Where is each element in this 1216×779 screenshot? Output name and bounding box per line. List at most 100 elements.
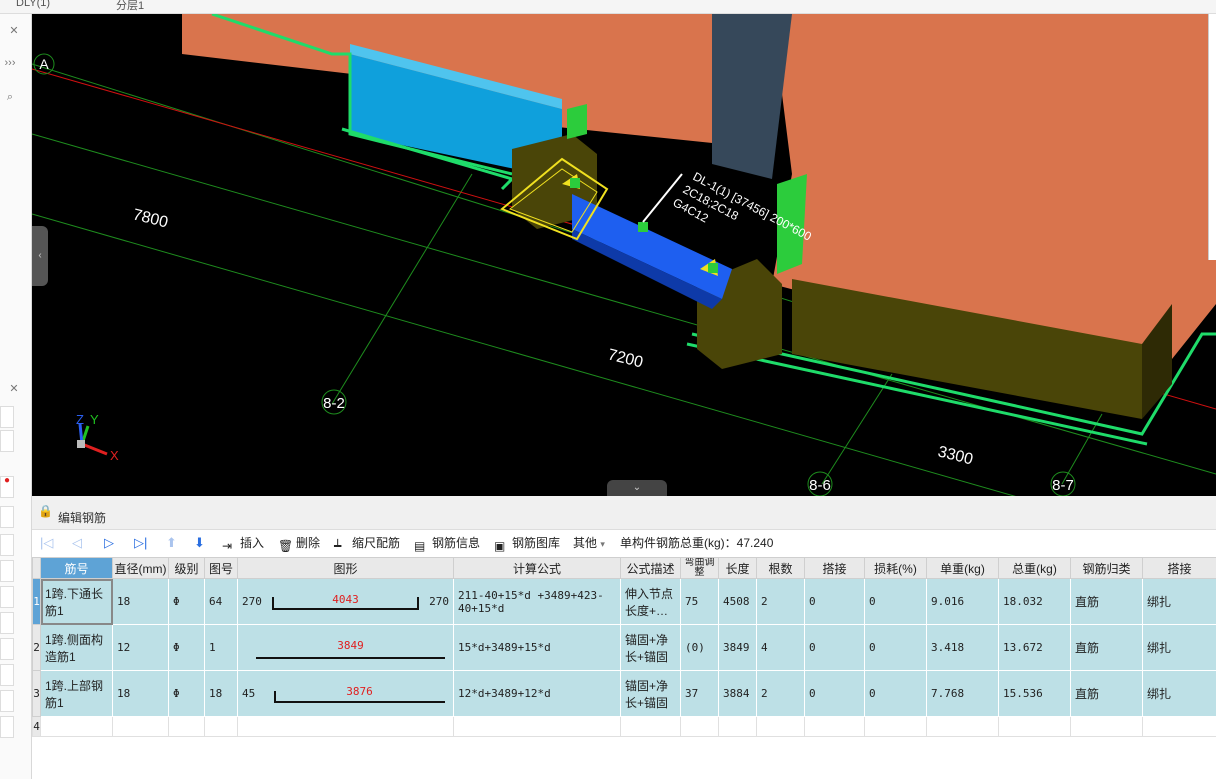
table-row[interactable]: 3 1跨.上部钢筋1 18 Φ 18 45 3876 12*d+3489+12*… (32, 670, 1216, 717)
rebar-name-cell[interactable]: 1跨.下通长筋1 (40, 578, 113, 625)
total-weight-cell[interactable]: 15.536 (998, 670, 1071, 717)
total-weight-cell[interactable]: 18.032 (998, 578, 1071, 625)
row-number[interactable]: 1 (32, 578, 41, 625)
shape-cell[interactable]: 270 4043 270 (237, 578, 454, 625)
left-collapse-tab[interactable]: ‹ (32, 226, 48, 286)
figure-no-cell[interactable]: 18 (204, 670, 238, 717)
loss-cell[interactable]: 0 (864, 578, 927, 625)
unit-weight-cell[interactable]: 3.418 (926, 624, 999, 671)
length-cell[interactable]: 4508 (718, 578, 757, 625)
header-cell[interactable]: 单重(kg) (926, 557, 999, 579)
row-number[interactable]: 3 (32, 670, 41, 717)
header-cell[interactable]: 搭接 (804, 557, 865, 579)
header-cell[interactable]: 损耗(%) (864, 557, 927, 579)
lap-cell[interactable]: 0 (804, 578, 865, 625)
unit-weight-cell[interactable]: 9.016 (926, 578, 999, 625)
header-cell[interactable]: 根数 (756, 557, 805, 579)
list-row[interactable] (0, 716, 14, 738)
figure-no-cell[interactable]: 64 (204, 578, 238, 625)
loss-cell[interactable]: 0 (864, 624, 927, 671)
formula-desc-cell[interactable]: 锚固+净长+锚固 (620, 670, 681, 717)
3d-viewport[interactable]: A 8-2 8-6 8-7 7800 7200 3300 DL-1(1) [37… (32, 14, 1216, 496)
formula-desc-cell[interactable]: 锚固+净长+锚固 (620, 624, 681, 671)
list-row[interactable] (0, 690, 14, 712)
list-row[interactable] (0, 430, 14, 452)
prev-record-icon[interactable]: ◁ (72, 535, 82, 551)
lap-type-cell[interactable]: 绑扎 (1142, 670, 1216, 717)
row-number[interactable]: 4 (32, 716, 41, 737)
list-row[interactable]: ● (0, 475, 14, 498)
list-row[interactable] (0, 406, 14, 428)
row-number[interactable]: 2 (32, 624, 41, 671)
grade-cell[interactable]: Φ (168, 670, 205, 717)
header-cell[interactable]: 钢筋归类 (1070, 557, 1143, 579)
list-row[interactable] (0, 506, 14, 528)
category-cell[interactable]: 直筋 (1070, 578, 1143, 625)
header-cell[interactable]: 搭接 (1142, 557, 1216, 579)
list-row[interactable] (0, 560, 14, 582)
bottom-collapse-tab[interactable]: ⌄ (607, 480, 667, 496)
table-row-empty[interactable]: 4 (32, 716, 1216, 737)
more-icon[interactable]: ››› (0, 52, 20, 74)
count-cell[interactable]: 2 (756, 670, 805, 717)
bend-adjust-cell[interactable]: 37 (680, 670, 719, 717)
list-row[interactable] (0, 638, 14, 660)
header-cell[interactable]: 级别 (168, 557, 205, 579)
count-cell[interactable]: 2 (756, 578, 805, 625)
header-cell[interactable]: 计算公式 (453, 557, 621, 579)
unit-weight-cell[interactable]: 7.768 (926, 670, 999, 717)
table-row[interactable]: 1 1跨.下通长筋1 18 Φ 64 270 4043 270 211-40+1… (32, 578, 1216, 625)
category-cell[interactable]: 直筋 (1070, 670, 1143, 717)
header-cell[interactable]: 图号 (204, 557, 238, 579)
lap-type-cell[interactable]: 绑扎 (1142, 624, 1216, 671)
count-cell[interactable]: 4 (756, 624, 805, 671)
formula-cell[interactable]: 211-40+15*d +3489+423-40+15*d (453, 578, 621, 625)
rebar-library-button[interactable]: ▣ 钢筋图库 (494, 534, 560, 553)
category-cell[interactable]: 直筋 (1070, 624, 1143, 671)
diameter-cell[interactable]: 18 (112, 670, 169, 717)
rebar-name-cell[interactable]: 1跨.侧面构造筋1 (40, 624, 113, 671)
bend-adjust-cell[interactable]: (0) (680, 624, 719, 671)
header-cell[interactable]: 筋号 (40, 557, 113, 579)
grade-cell[interactable]: Φ (168, 578, 205, 625)
list-row[interactable] (0, 586, 14, 608)
shape-cell[interactable]: 3849 (237, 624, 454, 671)
grade-cell[interactable]: Φ (168, 624, 205, 671)
header-cell[interactable]: 弯曲调整 (680, 557, 719, 579)
length-cell[interactable]: 3884 (718, 670, 757, 717)
scale-rebar-button[interactable]: ┷ 缩尺配筋 (334, 534, 400, 553)
first-record-icon[interactable]: |◁ (40, 535, 53, 551)
list-row[interactable] (0, 534, 14, 556)
search-icon[interactable]: ⌕ (0, 86, 20, 108)
formula-desc-cell[interactable]: 伸入节点长度+… (620, 578, 681, 625)
move-up-icon[interactable]: ⬆ (166, 535, 177, 551)
move-down-icon[interactable]: ⬇ (194, 535, 205, 551)
last-record-icon[interactable]: ▷| (134, 535, 147, 551)
list-row[interactable] (0, 612, 14, 634)
formula-cell[interactable]: 12*d+3489+12*d (453, 670, 621, 717)
formula-cell[interactable]: 15*d+3489+15*d (453, 624, 621, 671)
shape-cell[interactable]: 45 3876 (237, 670, 454, 717)
diameter-cell[interactable]: 12 (112, 624, 169, 671)
close-icon[interactable]: ✕ (4, 378, 24, 400)
insert-button[interactable]: ⇥ 插入 (222, 534, 264, 553)
header-cell[interactable]: 总重(kg) (998, 557, 1071, 579)
lap-cell[interactable]: 0 (804, 670, 865, 717)
lap-cell[interactable]: 0 (804, 624, 865, 671)
figure-no-cell[interactable]: 1 (204, 624, 238, 671)
lap-type-cell[interactable]: 绑扎 (1142, 578, 1216, 625)
table-row[interactable]: 2 1跨.侧面构造筋1 12 Φ 1 3849 15*d+3489+15*d 锚… (32, 624, 1216, 671)
close-icon[interactable]: ✕ (4, 20, 24, 42)
header-cell[interactable]: 直径(mm) (112, 557, 169, 579)
next-record-icon[interactable]: ▷ (104, 535, 114, 551)
header-cell[interactable]: 图形 (237, 557, 454, 579)
other-dropdown[interactable]: 其他 ▾ (573, 534, 605, 552)
list-row[interactable] (0, 664, 14, 686)
pin-icon[interactable]: 🔒 (38, 504, 53, 518)
diameter-cell[interactable]: 18 (112, 578, 169, 625)
header-cell[interactable]: 公式描述 (620, 557, 681, 579)
delete-button[interactable]: 🗑 删除 (278, 534, 320, 553)
header-cell[interactable]: 长度 (718, 557, 757, 579)
loss-cell[interactable]: 0 (864, 670, 927, 717)
length-cell[interactable]: 3849 (718, 624, 757, 671)
